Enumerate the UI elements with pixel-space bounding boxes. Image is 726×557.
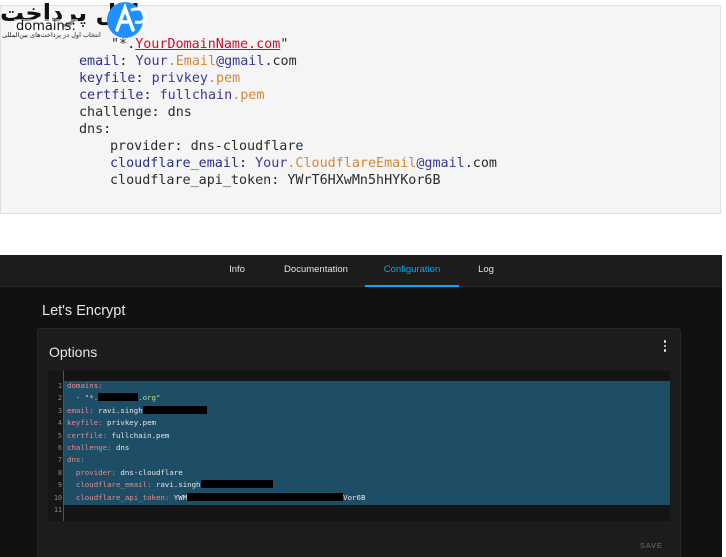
code-line: email: ravi.singh <box>67 405 207 417</box>
tab-info[interactable]: Info <box>222 255 252 287</box>
code-line: certfile: fullchain.pem <box>67 430 170 440</box>
line-number: 3 <box>58 406 62 415</box>
yaml-editor[interactable]: 1 2 3 4 5 6 7 8 9 10 11 domains: - "*. .o… <box>48 371 670 521</box>
line-number: 5 <box>58 431 62 440</box>
snippet-challenge-line: challenge: dns <box>79 105 192 120</box>
line-number: 8 <box>58 468 62 477</box>
tab-documentation[interactable]: Documentation <box>279 255 353 287</box>
logo-tagline: انتخاب اول در پرداخت‌های بین‌المللی <box>2 31 101 39</box>
code-line: provider: dns-cloudflare <box>67 467 183 477</box>
redaction <box>142 405 207 414</box>
tab-bar: Info Documentation Configuration Log <box>0 255 722 287</box>
line-number: 2 <box>58 394 62 403</box>
code-line: challenge: dns <box>67 443 130 452</box>
snippet-email-line: email: Your.Email@gmail.com <box>79 54 297 69</box>
snippet-cf-token-line: cloudflare_api_token: YWrT6HXwMn5hHYKor6… <box>110 173 441 188</box>
line-number: 4 <box>58 419 62 428</box>
redaction <box>187 492 344 501</box>
line-number: 6 <box>58 444 62 452</box>
code-line: cloudflare_email: ravi.singh <box>67 479 273 491</box>
logo-mark-icon <box>107 2 147 38</box>
line-number: 11 <box>54 506 62 514</box>
line-number: 7 <box>58 456 62 465</box>
snippet-keyfile-line: keyfile: privkey.pem <box>79 71 241 86</box>
snippet-dns-line: dns: <box>79 122 112 137</box>
line-number: 1 <box>58 382 62 390</box>
code-line: cloudflare_api_token: YWM Vor6B <box>67 492 366 502</box>
code-line: - "*. .org" <box>67 393 161 403</box>
code-line: dns: <box>67 455 85 465</box>
redaction <box>98 393 139 402</box>
snippet-cf-email-line: cloudflare_email: Your.CloudflareEmail@g… <box>110 156 497 171</box>
more-options-icon[interactable] <box>658 338 672 356</box>
watermark-logo: اول پرداخت domains: انتخاب اول در پرداخت… <box>0 0 155 42</box>
snippet-provider-line: provider: dns-cloudflare <box>110 139 304 154</box>
code-line: domains: <box>67 381 103 390</box>
line-number: 9 <box>58 481 62 490</box>
highlighted-domain: YourDomainName.com <box>135 37 281 52</box>
redaction <box>200 480 273 489</box>
options-card: Options 1 2 3 4 5 6 7 8 9 10 11 domains:… <box>37 328 681 557</box>
addon-config-panel: Info Documentation Configuration Log Let… <box>0 255 722 557</box>
tab-log[interactable]: Log <box>472 255 500 287</box>
code-line: keyfile: privkey.pem <box>67 418 157 428</box>
card-title: Options <box>49 344 98 360</box>
line-number: 10 <box>54 493 62 502</box>
tab-configuration[interactable]: Configuration <box>365 255 459 287</box>
save-button[interactable]: SAVE <box>640 541 663 550</box>
snippet-certfile-line: certfile: fullchain.pem <box>79 88 265 103</box>
page-title: Let's Encrypt <box>42 303 126 319</box>
